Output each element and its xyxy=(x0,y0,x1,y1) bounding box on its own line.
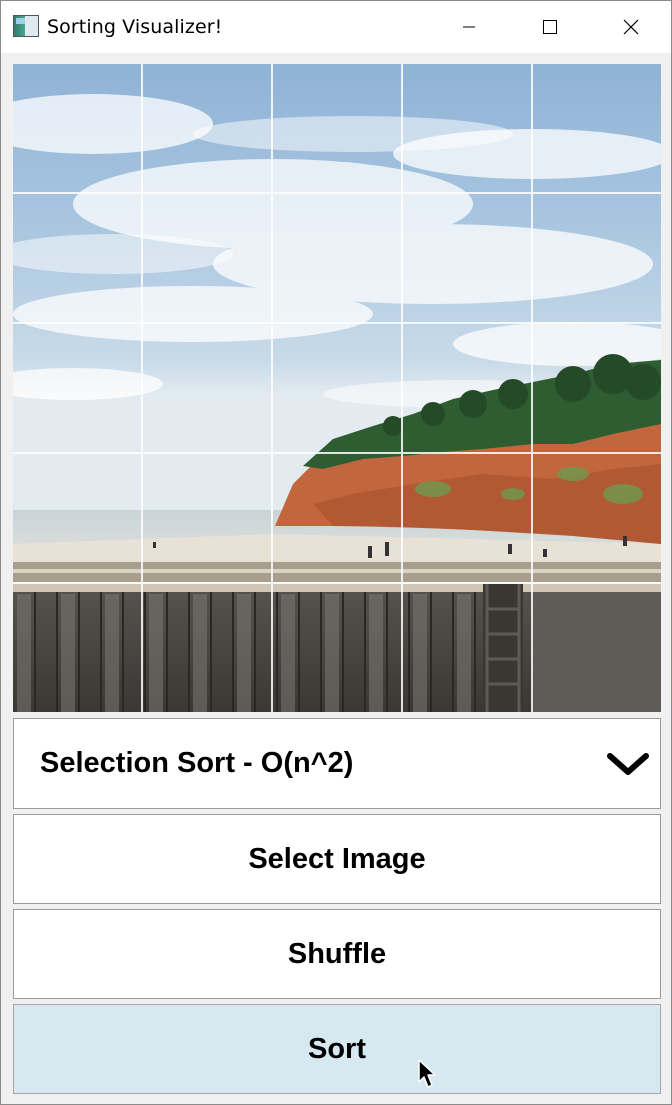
beach-cliff-photo xyxy=(13,64,661,712)
mouse-pointer-icon xyxy=(418,1059,436,1088)
close-icon xyxy=(623,19,639,35)
window-title: Sorting Visualizer! xyxy=(47,16,223,38)
app-window: Sorting Visualizer! Selection Sort - O(n… xyxy=(0,0,672,1105)
title-bar[interactable]: Sorting Visualizer! xyxy=(1,1,671,53)
close-button[interactable] xyxy=(608,1,654,53)
chevron-down-icon xyxy=(607,753,649,775)
minimize-button[interactable] xyxy=(446,1,492,53)
algorithm-select[interactable]: Selection Sort - O(n^2) xyxy=(13,718,661,809)
minimize-icon xyxy=(463,26,475,28)
maximize-button[interactable] xyxy=(527,1,573,53)
select-image-button[interactable]: Select Image xyxy=(13,814,661,904)
algorithm-select-value: Selection Sort - O(n^2) xyxy=(40,747,354,779)
image-grid xyxy=(13,64,661,712)
app-window-icon xyxy=(13,15,39,37)
sort-button[interactable]: Sort xyxy=(13,1004,661,1094)
maximize-icon xyxy=(543,20,557,34)
shuffle-button[interactable]: Shuffle xyxy=(13,909,661,999)
